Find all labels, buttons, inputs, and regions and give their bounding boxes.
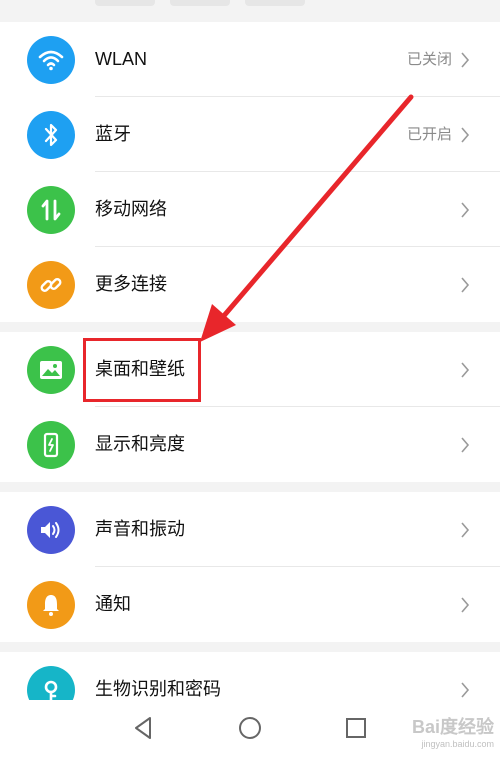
annotation-arrow [200,94,414,342]
